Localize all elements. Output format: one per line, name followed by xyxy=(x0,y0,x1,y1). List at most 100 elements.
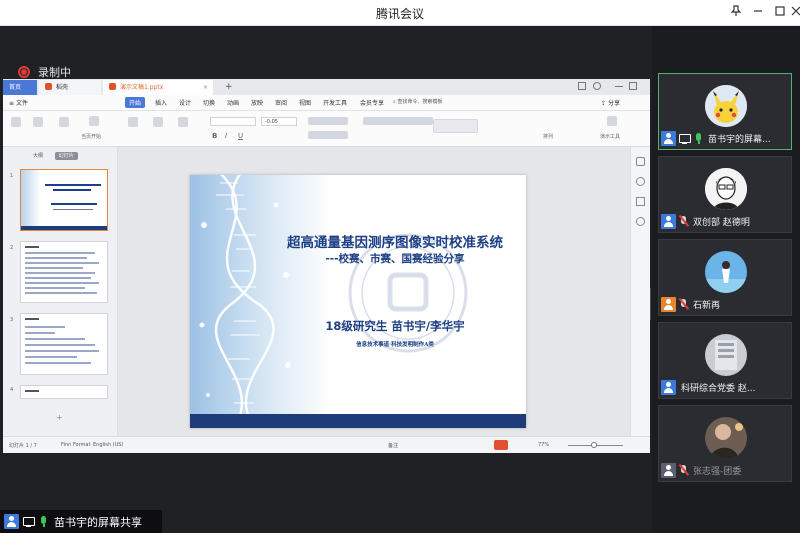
wps-ribbon: 当页开始 -0.05 B I U 排列 演示工具 xyxy=(3,111,650,147)
wps-minimize-icon[interactable] xyxy=(615,82,623,87)
bold-icon[interactable]: B xyxy=(212,132,217,140)
font-size-field[interactable]: -0.05 xyxy=(261,117,297,126)
minimize-icon[interactable] xyxy=(748,3,768,23)
slide-dna-background: 1895 xyxy=(190,175,526,428)
tab-close-icon[interactable]: × xyxy=(203,80,208,95)
recording-label: 录制中 xyxy=(38,66,71,79)
slide-thumbnail[interactable] xyxy=(20,385,108,399)
menu-view[interactable]: 视图 xyxy=(299,98,311,107)
user-icon xyxy=(661,380,676,395)
underline-icon[interactable]: U xyxy=(238,132,243,140)
presenter-tools-icon[interactable] xyxy=(607,116,617,126)
command-search-text: 查找命令、搜索模板 xyxy=(397,99,443,105)
slide-count: 幻灯片 1 / 7 xyxy=(9,443,37,449)
add-slide-icon[interactable]: + xyxy=(56,413,63,422)
format-painter-icon[interactable] xyxy=(59,117,69,127)
participant-tile[interactable]: 苗书宇的屏幕... xyxy=(658,73,792,150)
slide-thumbnail[interactable] xyxy=(20,169,108,231)
thumb-number: 3 xyxy=(10,317,14,323)
play-from-current-icon[interactable] xyxy=(89,116,99,126)
list-tools[interactable] xyxy=(363,117,433,125)
participant-info: 双创部 赵德明 xyxy=(659,214,750,229)
slide-thumbnail-pane: 大纲 幻灯片 1 2 3 4 + xyxy=(3,147,118,443)
user-icon xyxy=(661,214,676,229)
close-icon[interactable] xyxy=(786,3,800,23)
tab-presentation[interactable]: 演示文稿1.pptx × xyxy=(103,80,213,95)
meeting-window: 腾讯会议 录制中 › 首页 稻壳 演示文稿1.pptx xyxy=(0,0,800,533)
pin-icon[interactable] xyxy=(726,3,746,23)
language[interactable]: English (US) xyxy=(93,442,123,448)
current-slide[interactable]: 1895 超高通量基因测序图像实时校准系统 ---校赛、市赛、国赛经验分享 18… xyxy=(190,175,526,428)
menu-design[interactable]: 设计 xyxy=(179,98,191,107)
italic-icon[interactable]: I xyxy=(225,132,227,140)
theme-name: Finn Format xyxy=(61,442,91,448)
zoom-slider-handle[interactable] xyxy=(591,442,597,448)
participant-tile[interactable]: 石新再 xyxy=(658,239,792,316)
menu-file[interactable]: ≡ 文件 xyxy=(9,98,28,107)
user-icon xyxy=(4,514,19,529)
participants-panel: 苗书宇的屏幕... 双创部 赵德明 石新再 科研综合党委 赵... 张志强-团委 xyxy=(652,26,800,533)
participant-name: 科研综合党委 赵... xyxy=(681,384,756,394)
recording-indicator[interactable]: 录制中 xyxy=(18,64,71,80)
play-from-current-button[interactable]: 当页开始 xyxy=(81,133,101,140)
align-tools[interactable] xyxy=(308,131,348,139)
tab-presentation-label: 演示文稿1.pptx xyxy=(120,84,164,91)
menu-member[interactable]: 会员专享 xyxy=(360,98,384,107)
paragraph-tools[interactable] xyxy=(308,117,348,125)
pikachu-avatar-icon xyxy=(705,85,747,127)
participant-tile[interactable]: 张志强-团委 xyxy=(658,405,792,482)
new-slide-icon[interactable] xyxy=(128,117,138,127)
notes-button[interactable]: 备注 xyxy=(388,442,398,449)
cut-icon[interactable] xyxy=(33,117,43,127)
account-icon[interactable] xyxy=(593,82,601,90)
menu-animation[interactable]: 动画 xyxy=(227,98,239,107)
menu-home[interactable]: 开始 xyxy=(125,97,146,108)
share-button[interactable]: ⇪ 分享 xyxy=(601,98,620,107)
slide-subtitle[interactable]: ---校赛、市赛、国赛经验分享 xyxy=(270,251,520,266)
presenter-tools-button[interactable]: 演示工具 xyxy=(600,133,620,140)
tab-slides[interactable]: 幻灯片 xyxy=(54,152,78,160)
avatar xyxy=(705,334,747,376)
new-tab-icon[interactable]: + xyxy=(225,79,233,95)
participant-info: 苗书宇的屏幕... xyxy=(659,131,771,146)
tab-outline[interactable]: 大纲 xyxy=(33,153,43,159)
status-bar: 幻灯片 1 / 7 Finn Format English (US) 备注 77… xyxy=(3,436,650,453)
property-icon[interactable] xyxy=(636,157,645,166)
font-name-field[interactable] xyxy=(210,117,256,126)
menu-insert[interactable]: 插入 xyxy=(155,98,167,107)
animation-icon[interactable] xyxy=(636,197,645,206)
zoom-level[interactable]: 77% xyxy=(538,442,549,448)
slide-thumbnail[interactable] xyxy=(20,313,108,375)
photo-avatar-icon xyxy=(705,334,747,376)
slide-department[interactable]: 信息技术事道·科技发明制作A类 xyxy=(285,340,505,348)
arrange-button[interactable]: 排列 xyxy=(543,133,553,140)
menu-developer[interactable]: 开发工具 xyxy=(323,98,347,107)
style-icon[interactable] xyxy=(636,177,645,186)
tab-home[interactable]: 首页 xyxy=(3,80,37,95)
avatar xyxy=(705,417,747,459)
slide-title[interactable]: 超高通量基因测序图像实时校准系统 xyxy=(270,231,520,251)
slide-author[interactable]: 18级研究生 苗书宇/李华宇 xyxy=(285,318,505,334)
sidebar-tabs: 大纲 幻灯片 xyxy=(33,152,78,160)
participant-tile[interactable]: 科研综合党委 赵... xyxy=(658,322,792,399)
reset-icon[interactable] xyxy=(178,117,188,127)
layout-slide-icon[interactable] xyxy=(153,117,163,127)
slide-thumbnail[interactable] xyxy=(20,241,108,303)
menu-review[interactable]: 审阅 xyxy=(275,98,287,107)
wps-maximize-icon[interactable] xyxy=(629,82,637,90)
ppt-logo-icon xyxy=(109,83,116,90)
menu-transition[interactable]: 切换 xyxy=(203,98,215,107)
text-box-gallery[interactable] xyxy=(433,119,478,133)
slideshow-play-icon[interactable] xyxy=(494,440,508,450)
settings-icon[interactable] xyxy=(636,217,645,226)
participant-name: 苗书宇的屏幕... xyxy=(708,135,771,145)
participant-tile[interactable]: 双创部 赵德明 xyxy=(658,156,792,233)
menu-slideshow[interactable]: 放映 xyxy=(251,98,263,107)
tab-docer[interactable]: 稻壳 xyxy=(39,80,101,95)
wps-tab-bar: 首页 稻壳 演示文稿1.pptx × + xyxy=(3,79,650,95)
paste-icon[interactable] xyxy=(11,117,21,127)
layout-icon[interactable] xyxy=(578,82,586,90)
user-icon xyxy=(661,131,676,146)
docer-logo-icon xyxy=(45,83,52,90)
command-search[interactable]: ⌕ 查找命令、搜索模板 xyxy=(393,98,455,108)
